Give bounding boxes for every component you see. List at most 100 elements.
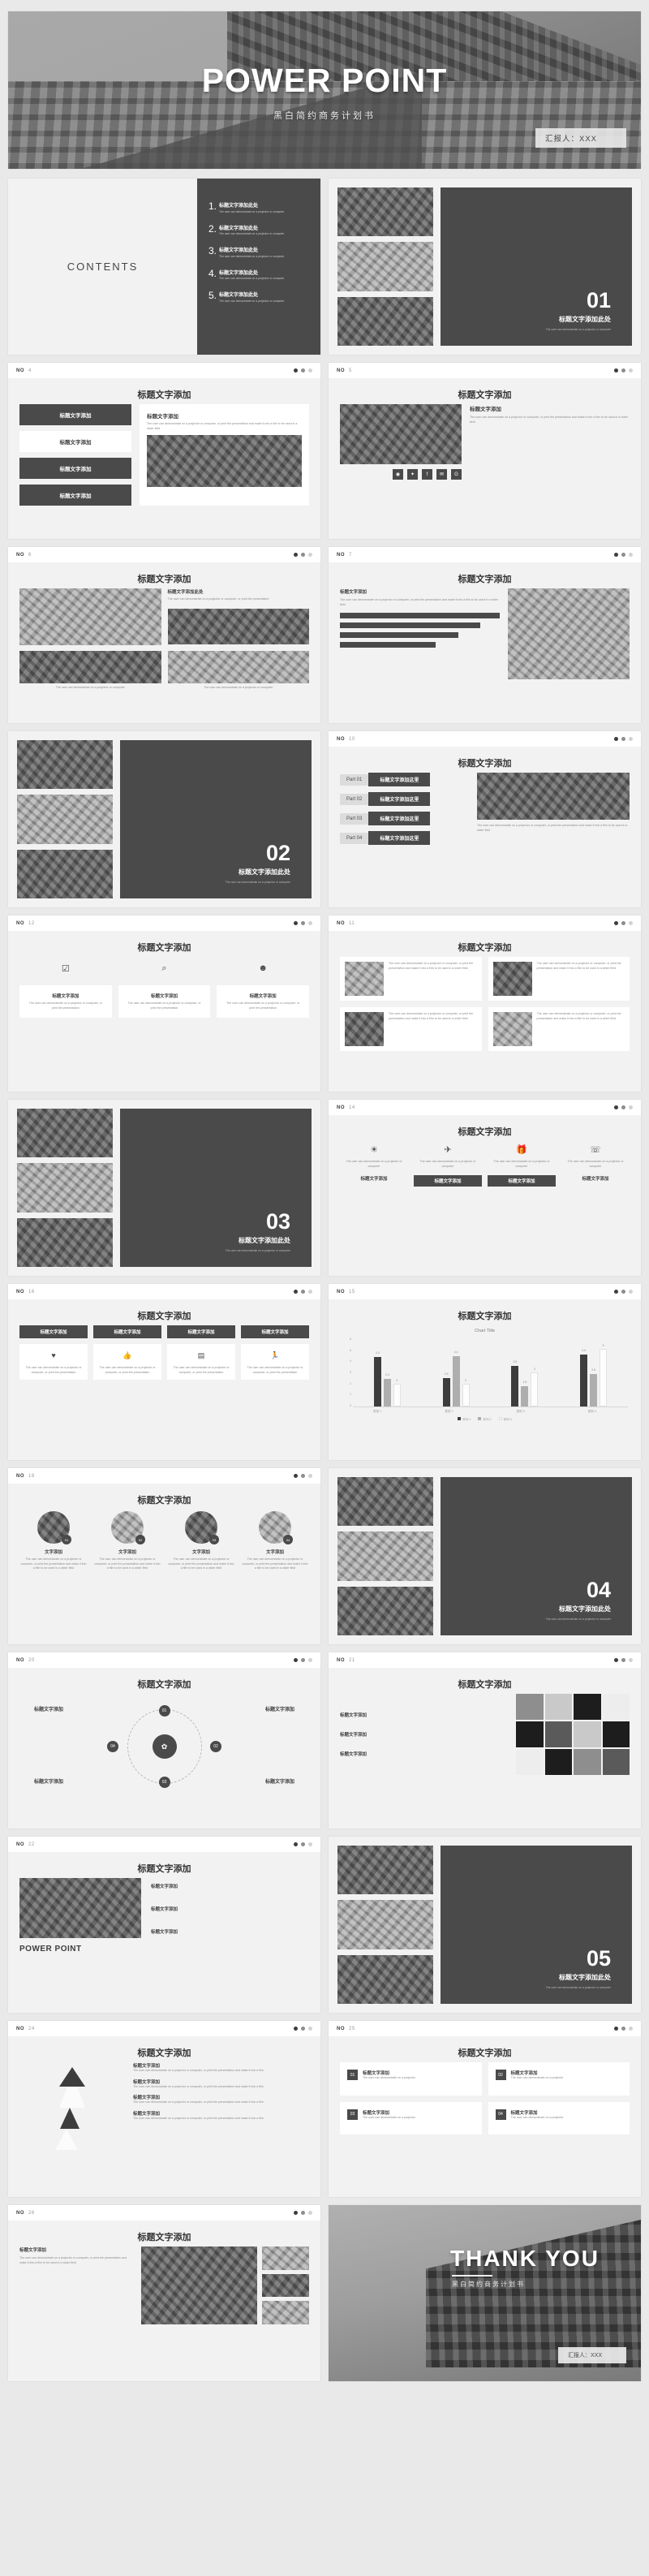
pagination-dots[interactable] [614,1658,633,1662]
part-row[interactable]: Part 04 标题文字添加这里 [340,831,470,845]
cycle-node[interactable]: 03 [158,1777,170,1788]
cycle-node[interactable]: 04 [107,1741,118,1752]
twitter-icon[interactable]: ✦ [407,469,418,480]
cycle-label: 标题文字添加 [34,1708,64,1712]
slide-section-05[interactable]: 05 标题文字添加此处 The user can demonstrate on … [329,1837,641,2013]
slide-topbar: NO 26 [8,2205,320,2221]
slide-no-18[interactable]: NO 18 标题文字添加 01 文字添加 The user can demonst… [8,1468,320,1644]
slide-no-24[interactable]: NO 24 标题文字添加 标题文字添加 The user can demonstr… [8,2021,320,2197]
tab-item[interactable]: 标题文字添加 [19,1325,88,1338]
pagination-dots[interactable] [614,553,633,557]
section-panel: 02 标题文字添加此处 The user can demonstrate on … [120,740,312,898]
circle-item[interactable]: 02 文字添加 The user can demonstrate on a pr… [93,1511,161,1571]
pagination-dots[interactable] [294,2027,312,2031]
pagination-dots[interactable] [294,368,312,373]
pagination-dots[interactable] [294,1290,312,1294]
slide-no-15-chart[interactable]: NO 15 标题文字添加 Chart Title 65 43 21 0 4.3 2.… [329,1284,641,1460]
tab-item[interactable]: 标题文字添加 [167,1325,235,1338]
pagination-dots[interactable] [294,553,312,557]
facebook-icon[interactable]: f [422,469,432,480]
list-button[interactable]: 标题文字添加 [19,431,131,452]
slide-no-10[interactable]: NO 10 标题文字添加 Part 01 标题文字添加这里 Part 02 标题文… [329,731,641,907]
slide-no-14[interactable]: NO 14 标题文字添加 ☀ The user can demonstrate o… [329,1100,641,1276]
slide-no-26[interactable]: NO 26 标题文字添加 标题文字添加 The user can demonstr… [8,2205,320,2381]
section-title: 标题文字添加此处 [239,1237,290,1244]
slide-no-20[interactable]: NO 20 标题文字添加 ✿ 01 02 03 04 标题文字添加 标题文字添加 … [8,1652,320,1829]
list-item[interactable]: 5. 标题文字添加此处 The user can demonstrate on a… [197,291,320,313]
pagination-dots[interactable] [614,921,633,925]
photo-tall [19,588,161,645]
mosaic-label: 标题文字添加 [340,1713,367,1718]
building-photo-left [426,2213,641,2367]
list-item[interactable]: 2. 标题文字添加此处 The user can demonstrate on a… [197,224,320,247]
pagination-dots[interactable] [294,1842,312,1846]
slide-no-6[interactable]: NO 6 标题文字添加 标题文字添加此处 The user can demonst… [8,547,320,723]
bar-value-label: 5 [602,1344,604,1348]
part-row[interactable]: Part 01 标题文字添加这里 [340,773,470,786]
pagination-dots[interactable] [294,1474,312,1478]
feature-item[interactable]: ☀ The user can demonstrate on a projecto… [340,1143,408,1169]
feature-item[interactable]: ☑ [19,962,112,979]
feature-text: The user can demonstrate on a projector … [28,1002,102,1010]
list-button[interactable]: 标题文字添加 [19,404,131,425]
instagram-icon[interactable]: ◉ [393,469,403,480]
feature-item[interactable]: ☻ [217,962,309,979]
pagination-dots[interactable] [614,2027,633,2031]
google-icon[interactable]: G [451,469,462,480]
wechat-icon[interactable]: ✉ [436,469,447,480]
pagination-dots[interactable] [614,1290,633,1294]
pagination-dots[interactable] [294,2211,312,2215]
slide-no-5[interactable]: NO 5 标题文字添加 ◉ ✦ f ✉ G 标题文字添加 The user ca… [329,363,641,539]
chart-title: Chart Title [474,1329,496,1333]
slide-section-04[interactable]: 04 标题文字添加此处 The user can demonstrate on … [329,1468,641,1644]
pagination-dots[interactable] [614,368,633,373]
tab-item[interactable]: 标题文字添加 [241,1325,309,1338]
cycle-node[interactable]: 01 [158,1705,170,1717]
section-number: 04 [586,1578,611,1602]
pagination-dots[interactable] [614,737,633,741]
tab-item[interactable]: 标题文字添加 [93,1325,161,1338]
slide-no-7[interactable]: NO 7 标题文字添加 标题文字添加 The user can demonstra… [329,547,641,723]
slide-section-03[interactable]: 03 标题文字添加此处 The user can demonstrate on … [8,1100,320,1276]
circle-title: 文字添加 [191,1550,210,1555]
circle-item[interactable]: 04 文字添加 The user can demonstrate on a pr… [241,1511,309,1571]
slide-no-21[interactable]: NO 21 标题文字添加 标题文字添加 标题文字添加 标题文字添加 [329,1652,641,1829]
list-item[interactable]: 3. 标题文字添加此处 The user can demonstrate on a… [197,246,320,269]
cycle-node[interactable]: 02 [210,1741,221,1752]
slide-topbar: NO 5 [329,363,641,378]
feature-item[interactable]: ☏ The user can demonstrate on a projecto… [561,1143,630,1169]
feature-text: The user can demonstrate on a projector … [567,1160,624,1168]
slide-no-11[interactable]: NO 11 标题文字添加 The user can demonstrate on … [329,915,641,1092]
feature-title: 标题文字添加 [582,1177,609,1182]
badge: 01 [62,1535,71,1544]
card-text: The user can demonstrate on a projector … [389,1012,474,1020]
slide-thank-you[interactable]: THANK YOU 黑白简约商务计划书 汇报人：XXX [329,2205,641,2381]
circle-item[interactable]: 03 文字添加 The user can demonstrate on a pr… [167,1511,235,1571]
list-item[interactable]: 4. 标题文字添加此处 The user can demonstrate on a… [197,269,320,291]
slide-no-4[interactable]: NO 4 标题文字添加 标题文字添加 标题文字添加 标题文字添加 标题文字添加 标… [8,363,320,539]
feature-item[interactable]: ⌕ [118,962,211,979]
slide-title[interactable]: POWER POINT 黑白简约商务计划书 汇报人：XXX [8,11,641,169]
slide-no-25[interactable]: NO 25 标题文字添加 01 标题文字添加 The user can demon… [329,2021,641,2197]
slide-contents[interactable]: CONTENTS 1. 标题文字添加此处 The user can demonst… [8,179,320,355]
part-row[interactable]: Part 03 标题文字添加这里 [340,812,470,825]
list-item[interactable]: 1. 标题文字添加此处 The user can demonstrate on a… [197,201,320,224]
list-button[interactable]: 标题文字添加 [19,458,131,479]
slide-no-16[interactable]: NO 16 标题文字添加 标题文字添加 标题文字添加 标题文字添加 标题文字添加 … [8,1284,320,1460]
slide-section-02[interactable]: 02 标题文字添加此处 The user can demonstrate on … [8,731,320,907]
slide-no-12[interactable]: NO 12 标题文字添加 ☑ ⌕ ☻ 标题文字添加 The user can d… [8,915,320,1092]
list-button[interactable]: 标题文字添加 [19,485,131,506]
feature-item[interactable]: ✈ The user can demonstrate on a projecto… [414,1143,482,1169]
step-number: 02 [495,2070,506,2080]
slide-no-22[interactable]: NO 22 标题文字添加 POWER POINT 标题文字添加 标题文字添加 标题… [8,1837,320,2013]
bulb-icon: ☀ [370,1144,378,1155]
pagination-dots[interactable] [294,921,312,925]
item-title: 标题文字添加此处 [219,204,259,209]
circle-item[interactable]: 01 文字添加 The user can demonstrate on a pr… [19,1511,88,1571]
pagination-dots[interactable] [614,1105,633,1109]
pagination-dots[interactable] [294,1658,312,1662]
photo-card: The user can demonstrate on a projector … [488,957,630,1001]
feature-item[interactable]: 🎁 The user can demonstrate on a projecto… [488,1143,556,1169]
part-row[interactable]: Part 02 标题文字添加这里 [340,792,470,806]
slide-section-01[interactable]: 01 标题文字添加此处 The user can demonstrate on … [329,179,641,355]
